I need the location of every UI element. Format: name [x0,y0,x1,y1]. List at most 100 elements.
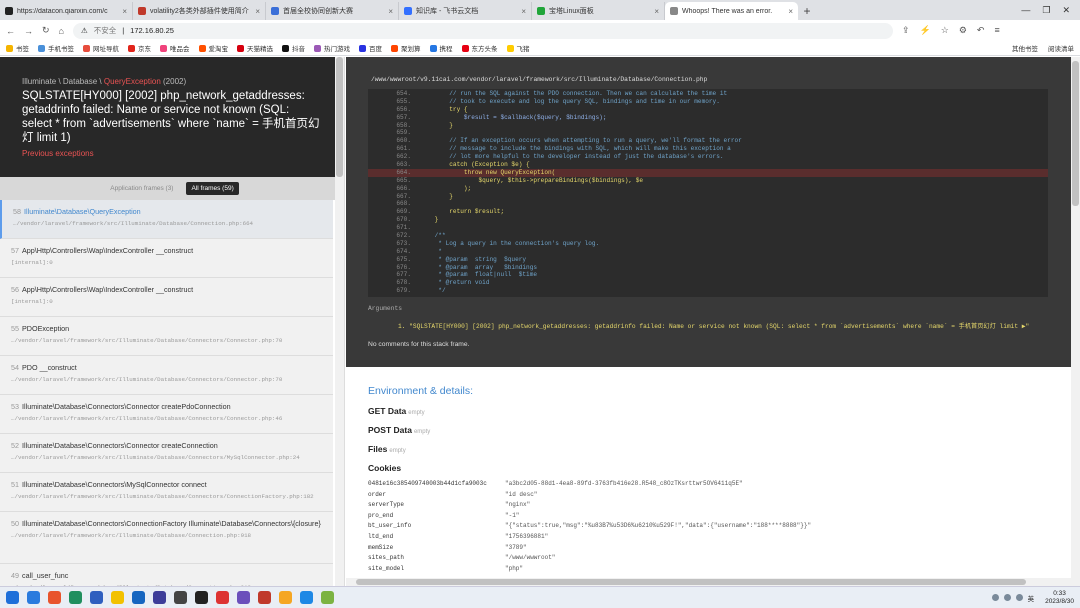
exception-class: QueryException [103,77,161,86]
taskbar-app-icon[interactable] [216,591,229,604]
bookmark-item[interactable]: 书签 [6,43,29,53]
cookies-heading: Cookies [368,463,402,473]
bookmark-item[interactable]: 热门游戏 [314,43,350,53]
taskbar-app-icon[interactable] [321,591,334,604]
browser-tab[interactable]: https://datacon.qianxin.com/c × [0,2,133,20]
bookmark-item[interactable]: 手机书签 [38,43,74,53]
back-icon[interactable]: ← [6,26,15,36]
bookmark-item[interactable]: 天猫精选 [237,43,273,53]
application-frames-button[interactable]: Application frames (3) [105,182,178,195]
reload-icon[interactable]: ↻ [42,25,50,36]
bookmarks-bar: 书签 手机书签 网址导航 京东 唯品会 爱淘宝 天猫精选 抖音 热门游戏 百度 聚划算 携程 东方头条 飞… [0,41,1080,56]
start-icon[interactable] [6,591,19,604]
taskbar-app-icon[interactable] [300,591,313,604]
bookmark-star-icon[interactable]: ☆ [941,25,949,36]
taskbar-app-icon[interactable] [69,591,82,604]
bookmark-icon [429,44,437,52]
bookmark-item[interactable]: 聚划算 [391,43,421,53]
frame-title: 56 App\Http\Controllers\Wap\IndexControll… [11,285,327,295]
undo-icon[interactable]: ↶ [977,25,985,36]
taskbar-app-icon[interactable] [132,591,145,604]
stack-frame[interactable]: 52 Illuminate\Database\Connectors\Connect… [0,434,333,473]
maximize-icon[interactable]: ❐ [1042,5,1050,16]
bookmark-label: 携程 [439,46,453,53]
stack-frame[interactable]: 58 Illuminate\Database\QueryException …/ve… [0,200,333,239]
tab-close-icon[interactable]: × [388,7,393,16]
taskbar-app-icon[interactable] [153,591,166,604]
taskbar-app-icon[interactable] [111,591,124,604]
bookmark-item[interactable]: 飞猪 [506,43,530,53]
cookie-value: "{"status":true,"msg":"%u83B7%u53D6%u621… [505,522,812,530]
line-text: // took to execute and log the query SQL… [420,97,720,105]
ime-indicator[interactable]: 英 [1028,593,1035,603]
stack-frame[interactable]: 51 Illuminate\Database\Connectors\MySqlCo… [0,473,333,512]
bookmark-item[interactable]: 东方头条 [461,43,498,53]
taskbar-app-icon[interactable] [48,591,61,604]
taskbar-app-icon[interactable] [258,591,271,604]
home-icon[interactable]: ⌂ [59,26,64,36]
clock[interactable]: 0:33 2023/8/30 [1045,590,1074,606]
left-scrollbar[interactable] [335,57,344,586]
bookmark-item[interactable]: 网址导航 [83,43,119,53]
line-number: 668. [396,200,411,208]
taskbar-app-icon[interactable] [27,591,40,604]
horizontal-scrollbar[interactable] [346,578,1071,586]
taskbar-app-icon[interactable] [237,591,250,604]
stack-frame[interactable]: 53 Illuminate\Database\Connectors\Connect… [0,395,333,434]
bookmark-item[interactable]: 京东 [128,43,151,53]
taskbar-app-icon[interactable] [279,591,292,604]
exception-code: (2002) [163,77,187,86]
browser-tab[interactable]: volatility2各类外部插件使用简介 × [133,2,266,20]
previous-exceptions-link[interactable]: Previous exceptions [22,149,336,158]
right-scrollbar[interactable] [1071,57,1080,586]
network-icon[interactable] [991,594,999,601]
bookmark-folder[interactable]: 阅读清单 [1048,43,1074,53]
bookmark-item[interactable]: 抖音 [282,43,305,53]
new-tab-icon[interactable]: + [798,2,816,20]
stack-frame[interactable]: 54 PDO __construct …/vendor/laravel/framew… [0,356,333,395]
stack-frame[interactable]: 50 Illuminate\Database\Connectors\Connect… [0,512,333,564]
line-text: * @param string $query [420,255,527,263]
taskbar-app-icon[interactable] [174,591,187,604]
files-heading: Files empty [368,444,406,454]
browser-tab[interactable]: 知识库 - 飞书云文档 × [399,2,532,20]
share-icon[interactable]: ⇪ [902,25,910,36]
stack-frame[interactable]: 55 PDOException …/vendor/laravel/framework… [0,317,333,356]
taskbar-app-icon[interactable] [90,591,103,604]
arguments-label: Arguments [368,305,403,312]
volume-icon[interactable] [1003,594,1011,601]
tab-close-icon[interactable]: × [654,7,659,16]
line-number: 667. [396,192,411,200]
taskbar-app-icon[interactable] [195,591,208,604]
tab-close-icon[interactable]: × [255,7,260,16]
argument-item[interactable]: 1. "SQLSTATE[HY000] [2002] php_network_g… [398,321,1058,330]
all-frames-button[interactable]: All frames (59) [186,182,239,195]
bookmark-icon [128,44,135,52]
bookmark-item[interactable]: 百度 [359,43,382,53]
extensions-icon[interactable]: ⚙ [959,25,967,36]
tab-close-icon[interactable]: × [521,7,526,16]
browser-tab[interactable]: 宝塔Linux面板 × [532,2,665,20]
menu-icon[interactable]: ≡ [994,25,999,36]
close-window-icon[interactable]: ✕ [1062,5,1070,16]
bookmark-item[interactable]: 携程 [429,43,453,53]
bookmark-item[interactable]: 唯品会 [160,43,190,53]
minimize-icon[interactable]: — [1021,5,1030,15]
tab-close-icon[interactable]: × [788,7,793,16]
battery-icon[interactable] [1015,594,1023,601]
line-number: 673. [396,239,411,247]
code-line: 665. $query, $this->prepareBindings($bin… [368,177,1048,185]
browser-tab[interactable]: 首届全校协同创新大赛 × [266,2,399,20]
tab-close-icon[interactable]: × [122,7,127,16]
stack-frame[interactable]: 57 App\Http\Controllers\Wap\IndexControll… [0,239,333,278]
bookmark-item[interactable]: 爱淘宝 [198,43,228,53]
bookmark-folder[interactable]: 其他书签 [1012,43,1038,53]
forward-icon[interactable]: → [24,26,33,36]
stack-frame[interactable]: 56 App\Http\Controllers\Wap\IndexControll… [0,278,333,317]
browser-tab[interactable]: Whoops! There was an error. × [665,2,798,20]
stack-frame[interactable]: 49call_user_func…/vendor/laravel/framewo… [0,564,333,586]
code-line: 667. } [368,193,1048,201]
frame-class: Illuminate\Database\Connectors\MySqlConn… [22,480,207,489]
url-omnibox[interactable]: ⚠ 不安全 | 172.16.80.25 [72,22,893,39]
lightning-icon[interactable]: ⚡ [920,25,931,36]
